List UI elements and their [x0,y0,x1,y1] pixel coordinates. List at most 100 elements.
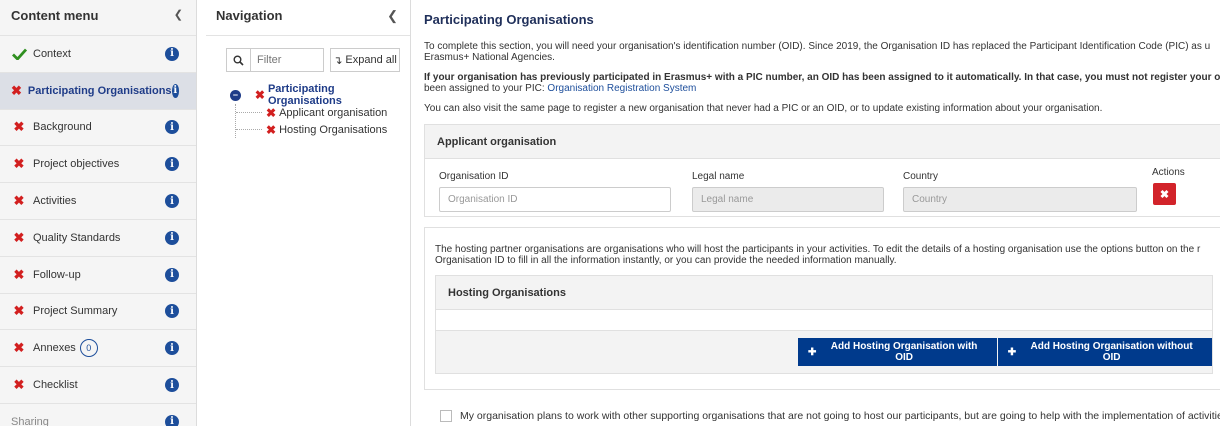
legal-name-label: Legal name [692,171,745,182]
filter-input[interactable] [251,49,323,71]
info-icon[interactable]: i [165,267,179,282]
hosting-actions: ✚ Add Hosting Organisation with OID ✚ Ad… [436,331,1212,373]
info-icon[interactable]: i [165,194,179,209]
incomplete-icon: ✖ [266,122,277,137]
pic-warning: If your organisation has previously part… [424,72,1220,83]
tree-root[interactable]: − ✖ Participating Organisations [230,83,410,107]
navigation-tree: − ✖ Participating Organisations ✖ Applic… [230,83,410,138]
hosting-organisations-heading: Hosting Organisations [436,276,1212,310]
navigation-tools: ↴ Expand all [226,48,400,72]
content-menu-item-label: Project objectives [33,158,120,171]
content-menu-item-label: Participating Organisations [27,84,172,97]
content-menu-item[interactable]: ✖ Activities i [0,183,196,220]
info-icon[interactable]: i [165,414,179,426]
content-menu-item[interactable]: ✖ Project Summary i [0,294,196,331]
add-hosting-with-oid-button[interactable]: ✚ Add Hosting Organisation with OID [798,338,997,366]
content-menu-item-label: Context [33,47,71,60]
legal-name-field-group: Legal name Legal name [692,171,884,212]
tree-root-label: Participating Organisations [267,83,342,107]
content-menu-item[interactable]: Sharing i [0,404,196,426]
page-title: Participating Organisations [424,12,594,27]
content-menu-item-label: Project Summary [33,305,118,318]
content-menu-item[interactable]: ✖ Project objectives i [0,146,196,184]
content-menu-item-label: Activities [33,195,77,208]
incomplete-icon: ✖ [11,82,22,98]
supporting-organisations-row: My organisation plans to work with other… [440,410,1220,422]
country-input: Country [903,187,1137,212]
intro-text-cont: Erasmus+ National Agencies. [424,52,555,63]
content-menu-item-label: Follow-up [33,268,81,281]
content-menu-item-label: Background [33,121,92,134]
supporting-organisations-checkbox[interactable] [440,410,452,422]
info-icon[interactable]: i [165,304,179,319]
oid-input[interactable]: Organisation ID [439,187,671,212]
supporting-organisations-label: My organisation plans to work with other… [460,410,1220,422]
tree-child-label: Applicant organisation [279,106,388,119]
info-icon[interactable]: i [165,341,179,356]
collapse-content-menu-icon[interactable]: ❮ [174,8,185,21]
main-content: Participating Organisations To complete … [424,0,1220,426]
legal-name-input: Legal name [692,187,884,212]
info-icon[interactable]: i [171,83,179,98]
country-label: Country [903,171,939,182]
applicant-organisation-card: Applicant organisation Organisation ID O… [424,124,1220,217]
collapse-node-icon[interactable]: − [230,89,241,101]
incomplete-icon: ✖ [13,119,25,135]
content-menu-item-label: Annexes [33,342,76,355]
hosting-organisations-list [436,310,1212,331]
collapse-navigation-icon[interactable]: ❮ [387,8,400,27]
content-menu-item[interactable]: ✖ Background i [0,110,196,147]
plus-icon: ✚ [1007,346,1017,358]
content-menu-item[interactable]: ✖ Quality Standards i [0,220,196,257]
hosting-organisations-card: Hosting Organisations ✚ Add Hosting Orga… [435,275,1213,374]
expand-all-button[interactable]: ↴ Expand all [330,48,400,72]
tree-child-label: Hosting Organisations [279,123,388,136]
filter-box [226,48,324,72]
content-menu-item[interactable]: ✖ Checklist i [0,367,196,404]
actions-label: Actions [1152,167,1185,178]
organisation-registration-link[interactable]: Organisation Registration System [547,83,696,94]
close-icon: ✖ [1159,188,1170,201]
incomplete-icon: ✖ [13,303,25,319]
plus-icon: ✚ [808,346,817,358]
content-menu-item[interactable]: ✖ Annexes 0 i [0,330,196,368]
hosting-intro-cont: Organisation ID to fill in all the infor… [435,255,897,266]
search-icon [227,49,251,71]
content-menu-item[interactable]: ✖ Participating Organisations i [0,72,196,110]
oid-label: Organisation ID [439,171,509,182]
content-menu-title: Content menu [11,8,99,23]
incomplete-icon: ✖ [13,377,25,393]
info-icon[interactable]: i [165,157,179,172]
content-menu-header: Content menu ❮ [0,0,196,36]
hosting-intro: The hosting partner organisations are or… [435,244,1201,255]
applicant-organisation-heading: Applicant organisation [425,125,1220,159]
delete-applicant-button[interactable]: ✖ [1153,183,1176,205]
content-menu-item[interactable]: Context i [0,36,196,73]
expand-arrow-icon: ↴ [333,54,343,67]
content-menu-item-label: Quality Standards [33,231,121,244]
info-icon[interactable]: i [165,378,179,393]
tree-child-hosting[interactable]: ✖ Hosting Organisations [236,121,410,138]
incomplete-icon: ✖ [13,156,25,172]
expand-all-label: Expand all [345,54,397,66]
content-menu-item-label: Checklist [33,379,78,392]
content-menu-item-label: Sharing [11,415,49,426]
applicant-fields: Organisation ID Organisation ID Legal na… [425,159,1220,216]
count-badge: 0 [79,339,98,358]
country-field-group: Country Country [903,171,1137,212]
oid-field-group: Organisation ID Organisation ID [439,171,671,212]
intro-text: To complete this section, you will need … [424,41,1211,52]
content-menu-item[interactable]: ✖ Follow-up i [0,257,196,294]
incomplete-icon: ✖ [254,88,265,102]
incomplete-icon: ✖ [13,340,25,356]
info-icon[interactable]: i [165,230,179,245]
incomplete-icon: ✖ [13,229,25,245]
info-icon[interactable]: i [165,46,179,61]
hosting-section: The hosting partner organisations are or… [424,227,1220,390]
incomplete-icon: ✖ [13,266,25,282]
navigation-panel: Navigation ❮ ↴ Expand all − ✖ Participat… [206,0,411,426]
add-hosting-without-oid-button[interactable]: ✚ Add Hosting Organisation without OID [997,338,1212,366]
pic-warning-cont: been assigned to your PIC: Organisation … [424,83,697,94]
tree-child-applicant[interactable]: ✖ Applicant organisation [236,104,410,121]
info-icon[interactable]: i [165,120,179,135]
